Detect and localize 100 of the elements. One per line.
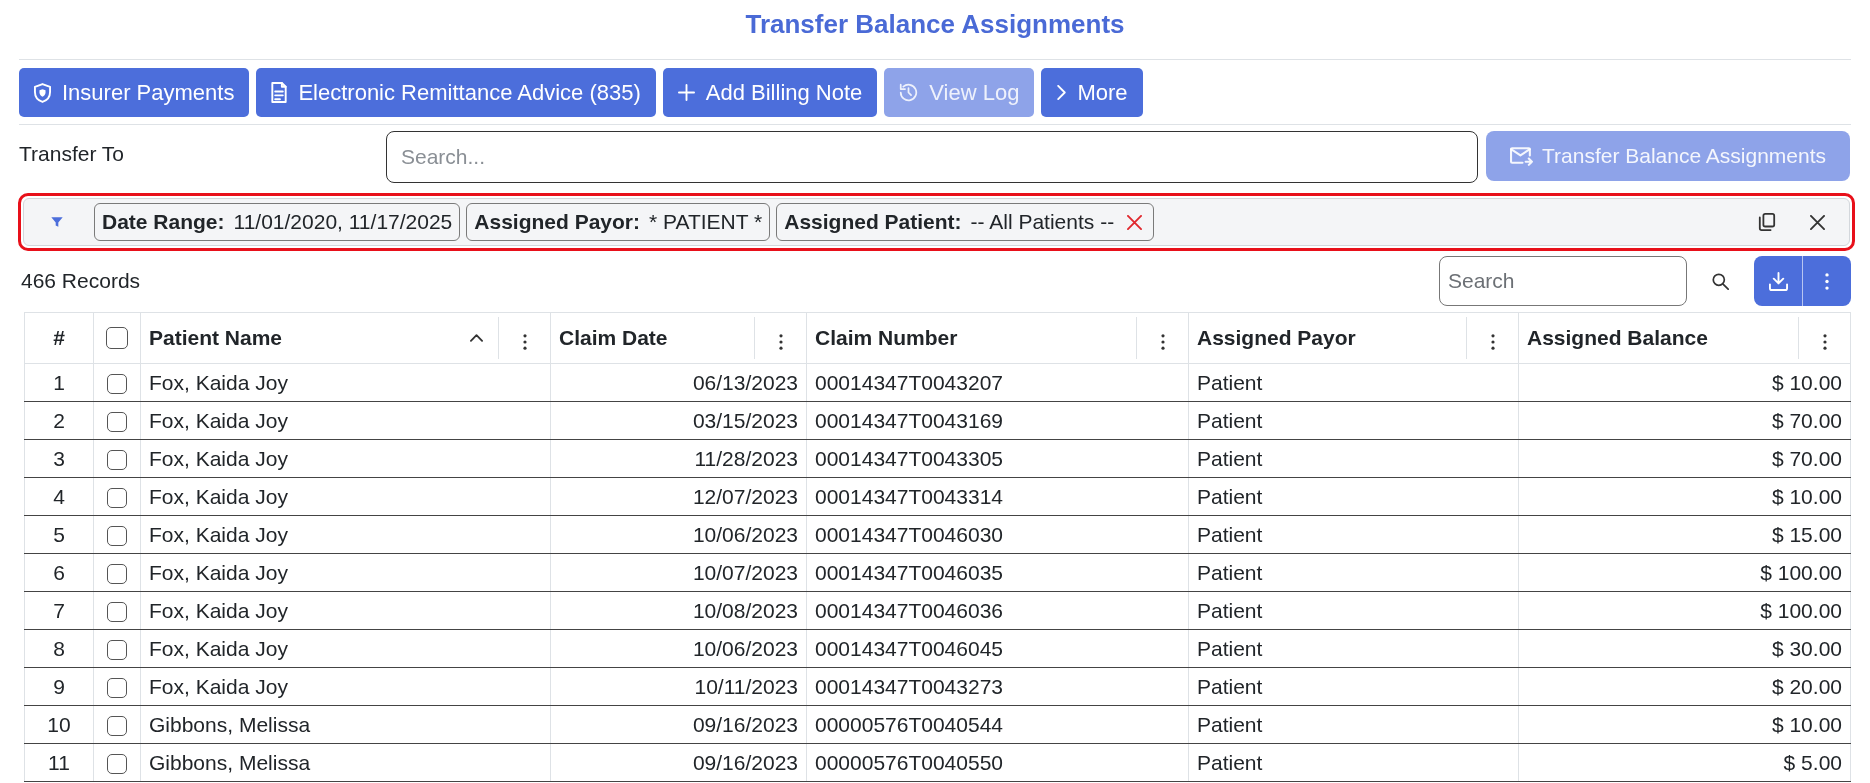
checkbox[interactable]	[106, 327, 128, 349]
row-number: 2	[24, 401, 94, 440]
table-cell: Fox, Kaida Joy	[140, 515, 551, 554]
column-header: Claim Number	[814, 325, 959, 352]
close-icon[interactable]	[1810, 214, 1825, 230]
record-count: 466 Records	[20, 268, 141, 295]
transfer-search-field[interactable]: Search...	[386, 131, 1478, 183]
table-cell: $ 20.00	[1518, 667, 1851, 706]
checkbox[interactable]	[107, 602, 127, 623]
table-cell: Patient	[1188, 667, 1519, 706]
table-cell: $ 10.00	[1518, 477, 1851, 516]
copy-icon[interactable]	[1758, 213, 1776, 231]
column-header: #	[52, 325, 66, 352]
filter-icon	[50, 215, 64, 229]
table-cell: 06/13/2023	[550, 363, 807, 402]
filter-label: Assigned Payor:	[474, 209, 640, 236]
toolbar-button[interactable]: More	[1041, 68, 1143, 117]
chevron-right-icon	[1056, 85, 1067, 100]
toolbar-button[interactable]: Electronic Remittance Advice (835)	[256, 68, 656, 117]
table-cell: Patient	[1188, 477, 1519, 516]
checkbox[interactable]	[107, 754, 127, 775]
table-cell: $ 100.00	[1518, 553, 1851, 592]
row-number: 6	[24, 553, 94, 592]
checkbox[interactable]	[107, 374, 127, 395]
document-icon	[271, 82, 288, 103]
row-number: 4	[24, 477, 94, 516]
checkbox[interactable]	[107, 526, 127, 547]
table-cell: Fox, Kaida Joy	[140, 629, 551, 668]
table-cell: $ 70.00	[1518, 439, 1851, 478]
checkbox[interactable]	[107, 678, 127, 699]
table-cell: Fox, Kaida Joy	[140, 439, 551, 478]
checkbox[interactable]	[107, 412, 127, 433]
table-cell: Patient	[1188, 439, 1519, 478]
table-cell: Fox, Kaida Joy	[140, 363, 551, 402]
more-vertical-icon	[778, 334, 783, 350]
history-icon	[899, 83, 919, 102]
row-number: 7	[24, 591, 94, 630]
more-vertical-icon	[1822, 334, 1827, 350]
table-cell: $ 15.00	[1518, 515, 1851, 554]
page-title: Transfer Balance Assignments	[745, 8, 1125, 41]
column-header: Patient Name	[148, 325, 284, 352]
table-cell: Patient	[1188, 515, 1519, 554]
filter-label: Date Range:	[102, 209, 225, 236]
shield-icon	[34, 82, 51, 103]
table-cell: $ 100.00	[1518, 591, 1851, 630]
table-cell: 09/16/2023	[550, 705, 807, 744]
table-cell: 00014347T0046030	[806, 515, 1189, 554]
more-vertical-icon	[522, 334, 527, 350]
more-options-button[interactable]	[1802, 256, 1851, 306]
search-field[interactable]: Search	[1439, 256, 1687, 306]
table-cell: Fox, Kaida Joy	[140, 401, 551, 440]
more-vertical-icon	[1825, 272, 1829, 290]
table-cell: 00014347T0046035	[806, 553, 1189, 592]
table-cell: Patient	[1188, 629, 1519, 668]
table-cell: $ 5.00	[1518, 743, 1851, 782]
table-cell: 00014347T0043273	[806, 667, 1189, 706]
table-cell: 12/07/2023	[550, 477, 807, 516]
row-number: 1	[24, 363, 94, 402]
row-number: 3	[24, 439, 94, 478]
table-cell: 00014347T0046045	[806, 629, 1189, 668]
filter-value: * PATIENT *	[649, 209, 763, 236]
download-icon	[1768, 271, 1788, 291]
checkbox[interactable]	[107, 488, 127, 509]
checkbox[interactable]	[107, 450, 127, 471]
filter-chip[interactable]: Assigned Patient: -- All Patients --	[776, 203, 1155, 241]
table-cell: Patient	[1188, 401, 1519, 440]
checkbox[interactable]	[107, 640, 127, 661]
table-cell: Gibbons, Melissa	[140, 743, 551, 782]
checkbox[interactable]	[107, 716, 127, 737]
table-cell: 11/28/2023	[550, 439, 807, 478]
table-cell: 03/15/2023	[550, 401, 807, 440]
download-button[interactable]	[1754, 256, 1802, 306]
table-cell: Patient	[1188, 705, 1519, 744]
table-cell: Fox, Kaida Joy	[140, 477, 551, 516]
toolbar-button[interactable]: Insurer Payments	[19, 68, 250, 117]
envelope-arrow-icon	[1510, 146, 1534, 166]
table-cell: Fox, Kaida Joy	[140, 553, 551, 592]
filter-chip[interactable]: Assigned Payor: * PATIENT *	[466, 203, 771, 241]
column-header: Assigned Balance	[1526, 325, 1709, 352]
plus-icon	[677, 84, 695, 101]
table-cell: Patient	[1188, 591, 1519, 630]
search-icon[interactable]	[1712, 272, 1729, 290]
table-cell: 10/11/2023	[550, 667, 807, 706]
table-cell: 00000576T0040544	[806, 705, 1189, 744]
table-cell: Fox, Kaida Joy	[140, 591, 551, 630]
row-number: 9	[24, 667, 94, 706]
table-cell: 00014347T0046036	[806, 591, 1189, 630]
row-number: 11	[24, 743, 94, 782]
caret-up-icon[interactable]	[470, 334, 483, 342]
more-vertical-icon	[1160, 334, 1165, 350]
column-header: Assigned Payor	[1196, 325, 1357, 352]
filter-value: -- All Patients --	[970, 209, 1115, 236]
field-label: Transfer To	[19, 141, 126, 166]
table-cell: 00014347T0043169	[806, 401, 1189, 440]
table-cell: 00000576T0040550	[806, 743, 1189, 782]
table-cell: 10/07/2023	[550, 553, 807, 592]
remove-icon[interactable]	[1127, 214, 1143, 230]
filter-chip[interactable]: Date Range: 11/01/2020, 11/17/2025	[94, 203, 461, 241]
toolbar-button[interactable]: Add Billing Note	[662, 68, 878, 117]
checkbox[interactable]	[107, 564, 127, 585]
